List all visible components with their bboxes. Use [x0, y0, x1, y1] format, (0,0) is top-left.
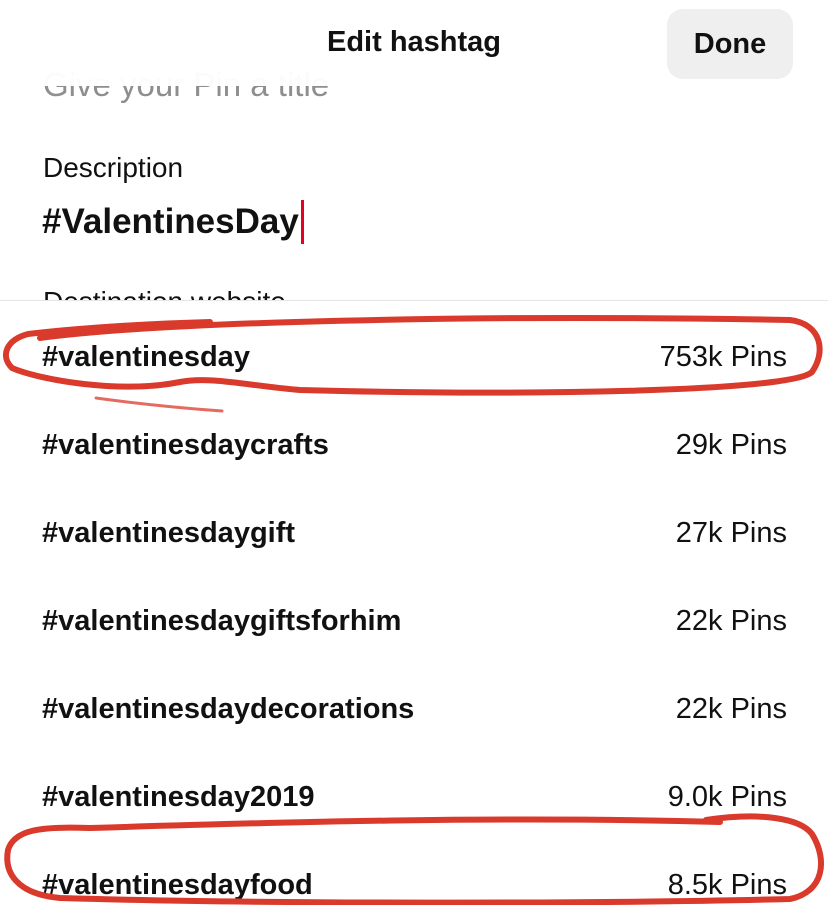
pin-count: 29k Pins [675, 429, 787, 461]
pin-count: 8.5k Pins [667, 869, 787, 901]
hashtag-suggestion-row[interactable]: #valentinesday 753k Pins [0, 315, 828, 403]
hashtag-suggestion-row[interactable]: #valentinesdayfood 8.5k Pins [0, 843, 828, 905]
description-input[interactable]: #ValentinesDay [42, 200, 304, 244]
pin-count: 9.0k Pins [667, 781, 787, 813]
destination-website-label: Destination website [43, 284, 286, 300]
pin-count: 27k Pins [675, 517, 787, 549]
hashtag-label: #valentinesday2019 [42, 781, 315, 813]
pin-count: 753k Pins [659, 341, 787, 373]
pin-count: 22k Pins [675, 605, 787, 637]
hashtag-label: #valentinesdaycrafts [42, 429, 329, 461]
text-caret [300, 200, 304, 244]
hashtag-suggestion-row[interactable]: #valentinesdaygift 27k Pins [0, 491, 828, 579]
hashtag-suggestion-list: #valentinesday 753k Pins #valentinesdayc… [0, 300, 828, 905]
hashtag-label: #valentinesdayfood [42, 869, 313, 901]
hashtag-label: #valentinesdaygiftsforhim [42, 605, 402, 637]
description-label: Description [43, 152, 184, 183]
pin-count: 22k Pins [675, 693, 787, 725]
hashtag-suggestion-row[interactable]: #valentinesdaydecorations 22k Pins [0, 667, 828, 755]
hashtag-label: #valentinesdaydecorations [42, 693, 415, 725]
hashtag-label: #valentinesdaygift [42, 517, 296, 549]
done-button[interactable]: Done [667, 9, 793, 79]
hashtag-suggestion-row[interactable]: #valentinesdaycrafts 29k Pins [0, 403, 828, 491]
hashtag-suggestion-row[interactable]: #valentinesdaygiftsforhim 22k Pins [0, 579, 828, 667]
edit-hashtag-screen: Give your Pin a title Description #Valen… [0, 0, 828, 905]
hashtag-label: #valentinesday [42, 341, 250, 373]
header: Edit hashtag Done [0, 0, 828, 86]
description-value: #ValentinesDay [42, 202, 299, 241]
hashtag-suggestion-row[interactable]: #valentinesday2019 9.0k Pins [0, 755, 828, 843]
